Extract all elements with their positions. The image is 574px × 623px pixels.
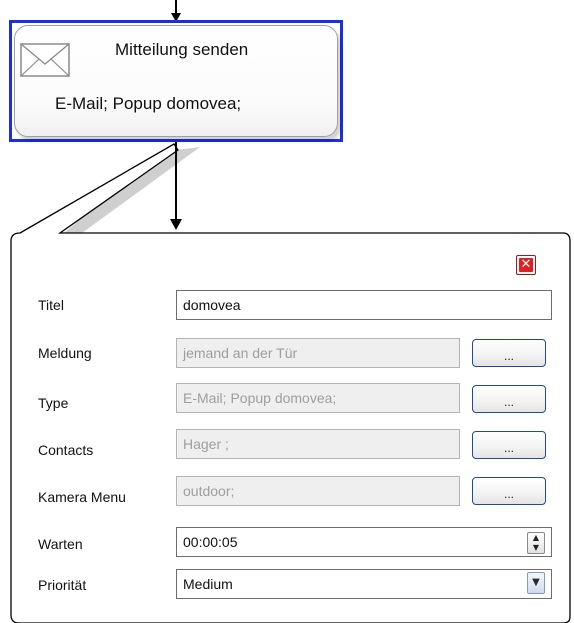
meldung-browse-button[interactable]: ... — [472, 339, 546, 367]
label-kamera-menu: Kamera Menu — [38, 489, 126, 505]
node-subtitle: E-Mail; Popup domovea; — [55, 94, 242, 113]
contacts-browse-button[interactable]: ... — [472, 431, 546, 459]
type-field: E-Mail; Popup domovea; — [176, 383, 460, 413]
outgoing-arrowhead — [170, 219, 182, 230]
envelope-icon — [20, 43, 70, 77]
titel-input[interactable]: domovea — [176, 290, 552, 320]
close-icon: ✕ — [519, 257, 533, 272]
warten-spinner[interactable]: ▲ ▼ — [527, 532, 545, 554]
label-meldung: Meldung — [38, 345, 92, 361]
meldung-field: jemand an der Tür — [176, 338, 460, 368]
prioritat-select[interactable]: Medium — [176, 569, 552, 599]
type-browse-button[interactable]: ... — [472, 385, 546, 413]
kamera-menu-browse-button[interactable]: ... — [472, 477, 546, 505]
contacts-field: Hager ; — [176, 429, 460, 459]
label-warten: Warten — [38, 536, 83, 552]
kamera-menu-field: outdoor; — [176, 476, 460, 506]
close-button[interactable]: ✕ — [516, 255, 536, 275]
node-title: Mitteilung senden — [115, 40, 249, 59]
label-type: Type — [38, 395, 69, 411]
spinner-up-icon[interactable]: ▲ — [528, 533, 544, 543]
spinner-down-icon[interactable]: ▼ — [528, 543, 544, 553]
label-contacts: Contacts — [38, 442, 94, 458]
label-prioritat: Priorität — [38, 577, 87, 593]
warten-time-input[interactable]: 00:00:05 — [176, 527, 552, 557]
send-message-node[interactable]: Mitteilung senden E-Mail; Popup domovea; — [9, 20, 343, 142]
label-titel: Titel — [38, 297, 64, 313]
chevron-down-icon[interactable]: ▼ — [527, 572, 545, 594]
node-body: Mitteilung senden E-Mail; Popup domovea; — [14, 25, 338, 137]
